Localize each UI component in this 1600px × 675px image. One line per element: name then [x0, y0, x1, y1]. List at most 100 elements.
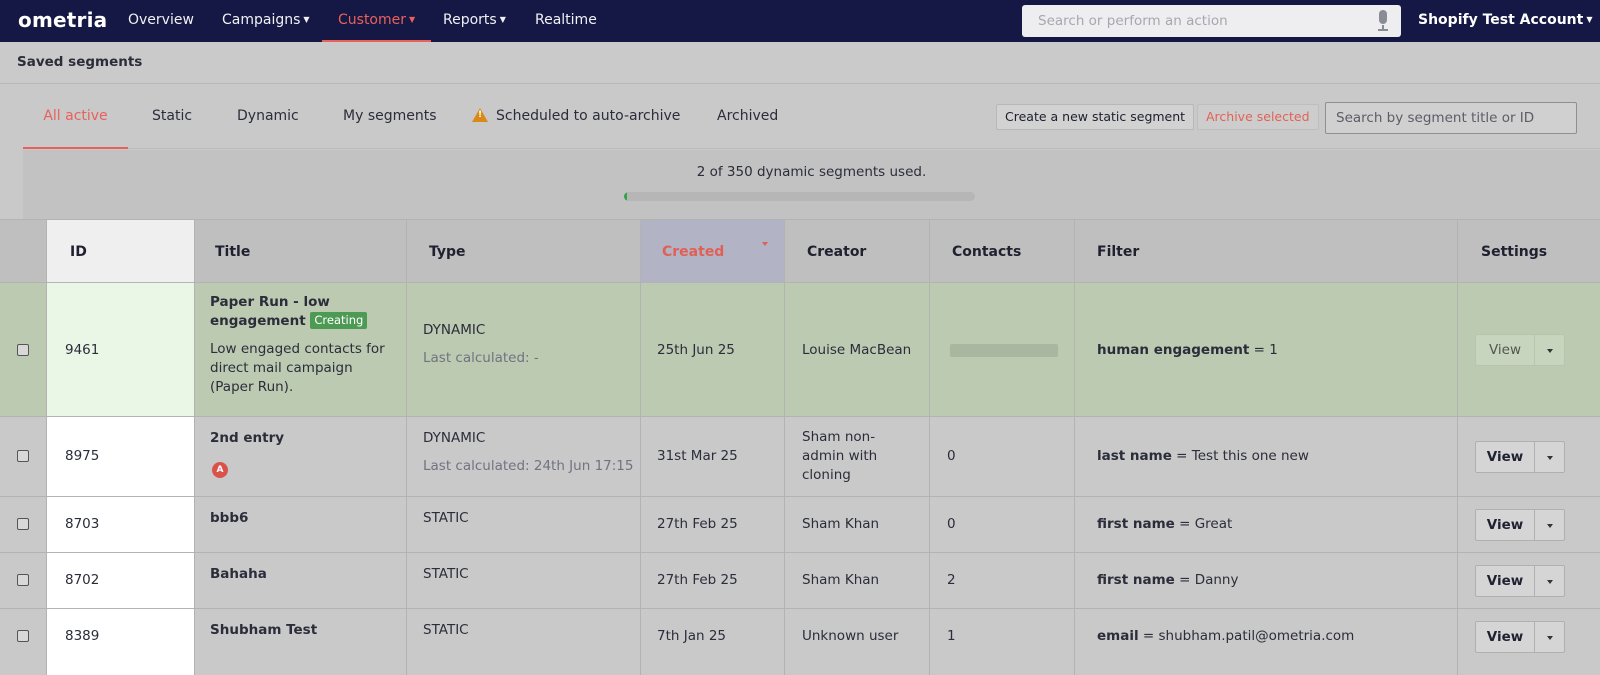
view-dropdown-button[interactable] [1534, 441, 1565, 473]
segment-type: STATIC [423, 566, 469, 582]
row-checkbox[interactable] [17, 344, 29, 356]
type-cell: DYNAMIC Last calculated: - [407, 283, 641, 416]
view-dropdown-button[interactable] [1534, 621, 1565, 653]
filter-field: first name [1097, 572, 1175, 588]
contacts-cell [930, 283, 1075, 416]
segment-usage: 2 of 350 dynamic segments used. [23, 150, 1600, 219]
created-cell: 7th Jan 25 [641, 609, 785, 675]
header-id[interactable]: ID [47, 220, 195, 282]
filter-cell: first name = Great [1075, 497, 1458, 552]
segment-search [1325, 102, 1577, 134]
caret-down-icon [1547, 349, 1553, 353]
title-cell: bbb6 [195, 497, 407, 552]
header-created[interactable]: Created [641, 220, 785, 282]
segment-title[interactable]: Bahaha [210, 565, 267, 584]
created-date: 27th Feb 25 [657, 516, 738, 532]
segment-title[interactable]: Shubham Test [210, 621, 317, 640]
filter-value: = Test this one new [1176, 448, 1309, 464]
account-menu[interactable]: Shopify Test Account ▼ [1418, 0, 1593, 42]
nav-realtime[interactable]: Realtime [535, 0, 597, 42]
filter-value: = Great [1179, 516, 1233, 532]
view-button[interactable]: View [1475, 509, 1535, 541]
segment-title[interactable]: Paper Run - low engagement Creating [210, 293, 400, 331]
view-button[interactable]: View [1475, 565, 1535, 597]
created-date: 7th Jan 25 [657, 628, 727, 644]
tab-all-active[interactable]: All active [23, 85, 128, 149]
tab-archived[interactable]: Archived [717, 85, 778, 149]
creator-cell: Sham non-admin with cloning [785, 417, 930, 496]
filter-value: = shubham.patil@ometria.com [1142, 628, 1355, 644]
header-type-label: Type [429, 244, 466, 260]
caret-down-icon [1547, 524, 1553, 528]
ometria-logo[interactable]: ometria [18, 8, 107, 32]
global-search-input[interactable] [1022, 5, 1352, 37]
nav-customer[interactable]: Customer ▼ [322, 0, 432, 42]
settings-cell: View [1458, 283, 1600, 416]
tab-my-segments[interactable]: My segments [343, 85, 437, 149]
segment-search-input[interactable] [1326, 103, 1576, 133]
header-type[interactable]: Type [407, 220, 641, 282]
caret-down-icon: ▼ [1586, 15, 1593, 24]
nav-customer-label: Customer [338, 12, 407, 28]
type-cell: STATIC [407, 497, 641, 552]
table-header: ID Title Type Created Creator Contacts F… [0, 219, 1600, 283]
last-calculated: Last calculated: 24th Jun 17:15 [423, 458, 634, 474]
settings-cell: View [1458, 417, 1600, 496]
last-calculated: Last calculated: - [423, 350, 539, 366]
view-button[interactable]: View [1475, 441, 1535, 473]
settings-cell: View [1458, 553, 1600, 608]
header-contacts-label: Contacts [952, 244, 1022, 260]
id-cell: 8389 [47, 609, 195, 675]
view-dropdown-button[interactable] [1534, 509, 1565, 541]
row-checkbox[interactable] [17, 574, 29, 586]
header-contacts[interactable]: Contacts [930, 220, 1075, 282]
id-cell: 8702 [47, 553, 195, 608]
created-cell: 25th Jun 25 [641, 283, 785, 416]
created-cell: 27th Feb 25 [641, 553, 785, 608]
view-button[interactable]: View [1475, 334, 1535, 366]
filter-summary: first name = Great [1097, 515, 1232, 534]
nav-reports[interactable]: Reports ▼ [443, 0, 506, 42]
creator-name: Louise MacBean [802, 342, 912, 358]
contacts-count: 0 [947, 448, 956, 464]
filter-field: last name [1097, 448, 1172, 464]
row-checkbox[interactable] [17, 630, 29, 642]
row-checkbox[interactable] [17, 450, 29, 462]
caret-down-icon [1547, 636, 1553, 640]
warning-icon [472, 108, 488, 122]
settings-cell: View [1458, 497, 1600, 552]
creator-name: Sham Khan [802, 516, 880, 532]
header-creator[interactable]: Creator [785, 220, 930, 282]
header-title[interactable]: Title [195, 220, 407, 282]
view-dropdown-button[interactable] [1534, 565, 1565, 597]
row-checkbox[interactable] [17, 518, 29, 530]
creator-cell: Louise MacBean [785, 283, 930, 416]
title-cell: Bahaha [195, 553, 407, 608]
segment-title[interactable]: 2nd entry [210, 429, 284, 448]
filter-summary: email = shubham.patil@ometria.com [1097, 627, 1354, 646]
header-creator-label: Creator [807, 244, 867, 260]
filter-summary: first name = Danny [1097, 571, 1238, 590]
creator-name: Unknown user [802, 628, 899, 644]
account-name: Shopify Test Account [1418, 12, 1584, 28]
view-dropdown-button[interactable] [1534, 334, 1565, 366]
tab-scheduled-to-auto-archive[interactable]: Scheduled to auto-archive [472, 85, 680, 149]
segment-title[interactable]: bbb6 [210, 509, 248, 528]
tab-static[interactable]: Static [152, 85, 192, 149]
contacts-cell: 0 [930, 417, 1075, 496]
tab-dynamic[interactable]: Dynamic [237, 85, 299, 149]
segment-id: 9461 [65, 342, 100, 358]
view-button[interactable]: View [1475, 621, 1535, 653]
usage-text: 2 of 350 dynamic segments used. [696, 164, 927, 180]
table-row: 8703 bbb6 STATIC 27th Feb 25 Sham Khan 0… [0, 497, 1600, 553]
usage-progress-fill [624, 192, 627, 201]
create-static-segment-button[interactable]: Create a new static segment [996, 104, 1195, 130]
archive-selected-button[interactable]: Archive selected [1197, 104, 1319, 130]
caret-down-icon: ▼ [409, 15, 416, 24]
caret-down-icon [1547, 456, 1553, 460]
nav-campaigns[interactable]: Campaigns ▼ [222, 0, 310, 42]
row-select [0, 497, 47, 552]
filter-cell: first name = Danny [1075, 553, 1458, 608]
nav-overview[interactable]: Overview [128, 0, 194, 42]
microphone-icon[interactable] [1377, 10, 1389, 32]
